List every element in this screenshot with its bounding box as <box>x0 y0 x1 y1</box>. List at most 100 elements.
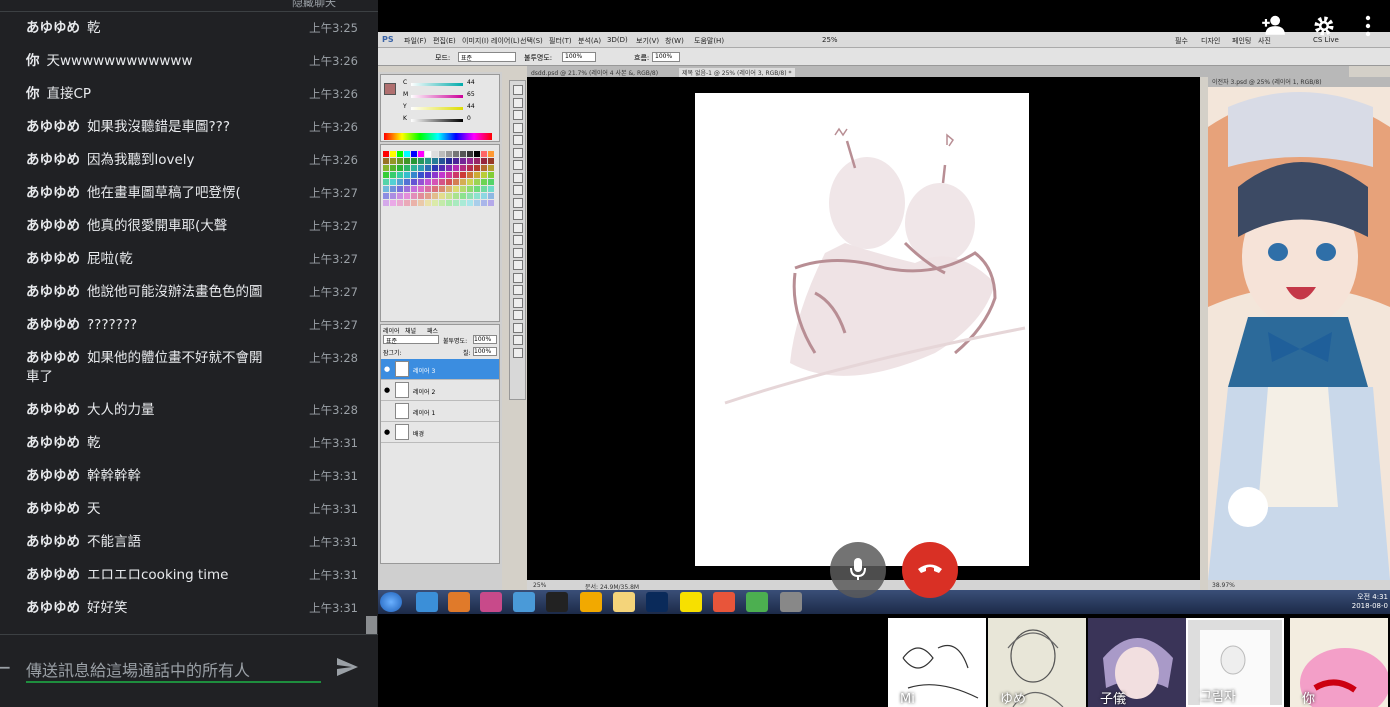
tool-button[interactable] <box>513 185 523 195</box>
folder-icon[interactable] <box>613 592 635 612</box>
color-swatch[interactable] <box>425 200 431 206</box>
tool-button[interactable] <box>513 147 523 158</box>
color-swatch[interactable] <box>439 172 445 178</box>
add-person-icon[interactable] <box>1260 14 1286 36</box>
color-swatch[interactable] <box>411 158 417 164</box>
color-swatch[interactable] <box>418 179 424 185</box>
tool-button[interactable] <box>513 310 523 320</box>
color-swatch[interactable] <box>460 179 466 185</box>
color-swatch[interactable] <box>453 158 459 164</box>
color-swatch[interactable] <box>383 151 389 157</box>
color-swatch[interactable] <box>418 200 424 206</box>
layer-row[interactable]: ● 배경 <box>381 422 499 443</box>
color-swatch[interactable] <box>404 200 410 206</box>
color-swatch[interactable] <box>481 200 487 206</box>
color-swatch[interactable] <box>390 165 396 171</box>
tool-button[interactable] <box>513 297 523 308</box>
color-swatch[interactable] <box>481 179 487 185</box>
color-swatch[interactable] <box>488 151 494 157</box>
color-swatch[interactable] <box>418 158 424 164</box>
color-swatch[interactable] <box>446 151 452 157</box>
send-icon[interactable] <box>335 655 359 679</box>
color-c-value[interactable]: 44 <box>467 79 475 86</box>
color-swatch[interactable] <box>425 151 431 157</box>
start-button-icon[interactable] <box>380 592 402 612</box>
color-swatch[interactable] <box>474 186 480 192</box>
color-swatch[interactable] <box>390 172 396 178</box>
color-swatch[interactable] <box>404 151 410 157</box>
tool-button[interactable] <box>513 272 523 283</box>
participant-tile[interactable]: 子儀 <box>1088 618 1186 707</box>
color-swatch[interactable] <box>467 151 473 157</box>
color-swatch[interactable] <box>453 172 459 178</box>
tool-button[interactable] <box>513 285 523 295</box>
color-swatch[interactable] <box>488 165 494 171</box>
color-swatch[interactable] <box>432 172 438 178</box>
eye-icon[interactable]: ● <box>384 386 390 394</box>
color-swatch[interactable] <box>390 193 396 199</box>
color-swatch[interactable] <box>474 158 480 164</box>
eye-icon[interactable]: ● <box>384 365 390 373</box>
opacity-field[interactable]: 100% <box>562 52 596 62</box>
color-swatch[interactable] <box>481 186 487 192</box>
layer-row[interactable]: ● 레이어 2 <box>381 380 499 401</box>
color-swatch[interactable] <box>397 193 403 199</box>
tool-button[interactable] <box>513 172 523 183</box>
chat-scrollbar[interactable] <box>365 12 378 634</box>
color-swatch[interactable] <box>467 172 473 178</box>
layers-tab[interactable]: 레이어 <box>383 326 400 335</box>
color-swatch[interactable] <box>383 172 389 178</box>
tool-button[interactable] <box>513 322 523 333</box>
participant-tile[interactable]: 你 <box>1290 618 1388 707</box>
color-swatch[interactable] <box>418 186 424 192</box>
ps-menu-item[interactable]: 분석(A) <box>578 36 601 46</box>
color-swatch[interactable] <box>425 186 431 192</box>
color-swatch[interactable] <box>397 172 403 178</box>
color-swatch[interactable] <box>432 165 438 171</box>
app-icon[interactable] <box>480 592 502 612</box>
color-swatch[interactable] <box>446 179 452 185</box>
color-swatch[interactable] <box>446 172 452 178</box>
blend-mode-select[interactable]: 표준 <box>383 335 439 345</box>
color-swatch[interactable] <box>460 193 466 199</box>
color-swatch[interactable] <box>383 158 389 164</box>
tool-button[interactable] <box>513 97 523 108</box>
workspace-button[interactable]: 디자인 <box>1201 36 1220 46</box>
participant-tile[interactable]: Mi <box>888 618 986 707</box>
color-swatch[interactable] <box>425 158 431 164</box>
color-k-value[interactable]: 0 <box>467 115 471 122</box>
color-swatch[interactable] <box>404 193 410 199</box>
color-swatch[interactable] <box>481 165 487 171</box>
kakaotalk-icon[interactable] <box>680 592 702 612</box>
color-swatch[interactable] <box>453 193 459 199</box>
scrollbar-thumb[interactable] <box>366 616 377 634</box>
color-swatch[interactable] <box>411 200 417 206</box>
color-swatch[interactable] <box>425 165 431 171</box>
color-swatch[interactable] <box>397 158 403 164</box>
color-swatch[interactable] <box>383 186 389 192</box>
color-swatch[interactable] <box>411 172 417 178</box>
color-swatch[interactable] <box>383 193 389 199</box>
color-swatch[interactable] <box>446 200 452 206</box>
color-swatch[interactable] <box>467 165 473 171</box>
color-swatch[interactable] <box>488 172 494 178</box>
tool-button[interactable] <box>513 85 523 95</box>
channels-tab[interactable]: 채널 <box>405 326 416 335</box>
hang-up-button[interactable] <box>902 542 958 598</box>
color-swatch[interactable] <box>418 193 424 199</box>
ps-menu-item[interactable]: 3D(D) <box>607 36 628 44</box>
ps-menu-item[interactable]: 창(W) <box>665 36 684 46</box>
tool-button[interactable] <box>513 110 523 120</box>
color-swatch[interactable] <box>460 151 466 157</box>
color-swatch[interactable] <box>474 179 480 185</box>
color-swatch[interactable] <box>383 179 389 185</box>
tool-button[interactable] <box>513 160 523 170</box>
color-swatch[interactable] <box>474 151 480 157</box>
color-swatch[interactable] <box>481 151 487 157</box>
foreground-swatch[interactable] <box>384 83 396 95</box>
photoshop-icon[interactable] <box>646 592 668 612</box>
color-swatch[interactable] <box>453 151 459 157</box>
layer-opacity-field[interactable]: 100% <box>473 335 497 344</box>
color-swatch[interactable] <box>404 165 410 171</box>
color-swatch[interactable] <box>446 186 452 192</box>
